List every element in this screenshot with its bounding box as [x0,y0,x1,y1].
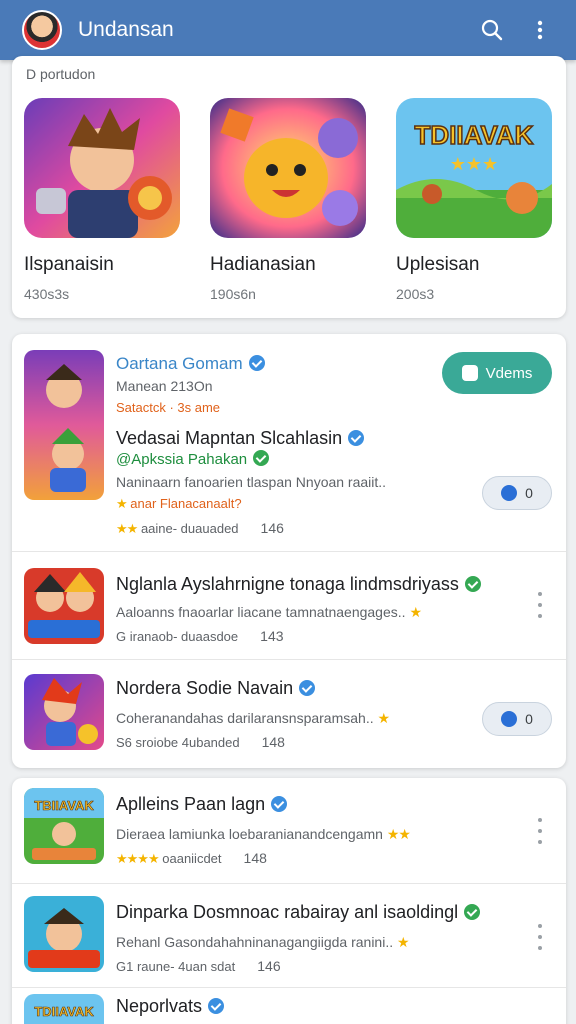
featured-item-name: Uplesisan [396,254,480,275]
app-title[interactable]: Vedasai Mapntan Slcahlasin [116,428,365,449]
verified-badge-icon [271,796,288,812]
verified-badge-icon [208,998,225,1014]
more-vert-icon [537,20,543,40]
verified-badge-icon [464,904,481,920]
app-description: Coheranandahas darilaransnsparamsah.. ★ [116,710,390,726]
app-list-card: TBIIAVAK Aplleins Paan lagn Dieraea lami… [12,778,566,1024]
publisher[interactable]: @Apkssia Pahakan [116,450,270,468]
featured-item[interactable]: Ilspanaisin 430s3s [24,98,184,302]
download-icon [501,485,518,501]
app-description: Aaloanns fnaoarlar liacane tamnatnaengag… [116,604,422,620]
verified-badge-icon [464,576,481,592]
rating-meta: ★★★★ oaaniicdet 148 [116,850,267,866]
rating-meta: S6 sroiobe 4ubanded 148 [116,734,285,750]
list-item[interactable]: Oartana Gomam Manean 213On Satactck · 3s… [12,334,566,552]
app-description: Rehanl Gasondahahninanagangiigda ranini.… [116,934,410,950]
rating-meta: ★★ aaine- duauaded 146 [116,520,284,536]
verified-badge-icon [253,450,270,466]
more-options-icon[interactable] [532,924,548,950]
verified-badge-icon [248,355,265,371]
app-bar: Undansan [0,0,576,60]
section-label: D portudon [26,66,96,82]
svg-text:★★★: ★★★ [450,154,498,174]
more-options-icon[interactable] [532,818,548,844]
release-date: Manean 213On [116,378,213,394]
tag-line: ★ anar Flanacanaalt? [116,496,242,511]
featured-item-name: Ilspanaisin [24,254,114,275]
app-title[interactable]: Aplleins Paan lagn [116,794,288,815]
game-thumbnail [24,98,180,238]
verified-badge-icon [299,680,316,696]
view-button[interactable]: Vdems [442,352,552,394]
list-item[interactable]: TDIIAVAK Neporlvats [12,988,566,1024]
featured-item-subtitle: 190s6n [210,286,256,302]
svg-text:TDIIAVAK: TDIIAVAK [34,1004,94,1019]
featured-item[interactable]: TDIIAVAK ★★★ Uplesisan 200s3 [396,98,556,302]
developer-name[interactable]: Oartana Gomam [116,354,265,374]
game-icon: TDIIAVAK [24,994,104,1024]
svg-text:TBIIAVAK: TBIIAVAK [34,798,94,813]
app-title[interactable]: Nglanla Ayslahrnigne tonaga lindmsdriyas… [116,574,481,595]
featured-item[interactable]: Hadianasian 190s6n [210,98,370,302]
game-logo-text: TDIIAVAK [415,120,534,150]
list-item[interactable]: Nglanla Ayslahrnigne tonaga lindmsdriyas… [12,552,566,660]
more-options-icon[interactable] [532,592,548,618]
app-title[interactable]: Neporlvats [116,996,225,1017]
more-menu-button[interactable] [520,10,560,50]
list-item[interactable]: Dinparka Dosmnoac rabairay anl isaolding… [12,884,566,988]
rating-meta: G iranaob- duaasdoe 143 [116,628,284,644]
app-title[interactable]: Nordera Sodie Navain [116,678,316,699]
install-toggle[interactable]: 0 [482,476,552,510]
search-button[interactable] [472,10,512,50]
rating-meta: G1 raune- 4uan sdat 146 [116,958,281,974]
rank-info: Satactck · 3s ame [116,400,221,415]
list-item[interactable]: TBIIAVAK Aplleins Paan lagn Dieraea lami… [12,778,566,884]
app-title[interactable]: Dinparka Dosmnoac rabairay anl isaolding… [116,902,481,923]
app-description: Dieraea lamiunka loebaranianandcengamn ★… [116,826,411,842]
game-thumbnail [210,98,366,238]
featured-item-name: Hadianasian [210,254,316,275]
avatar[interactable] [22,10,62,50]
game-icon [24,674,104,750]
featured-item-subtitle: 430s3s [24,286,70,302]
game-icon: TBIIAVAK [24,788,104,864]
app-list-card: Oartana Gomam Manean 213On Satactck · 3s… [12,334,566,768]
game-icon [24,896,104,972]
featured-item-subtitle: 200s3 [396,286,435,302]
download-icon [501,711,518,727]
featured-card: D portudon Ilspanaisin 430s3s Hadianasia… [12,56,566,318]
open-icon [461,365,478,381]
search-icon [481,19,503,41]
app-description: Naninaarn fanoarien tlaspan Nnyoan raaii… [116,474,387,490]
install-toggle[interactable]: 0 [482,702,552,736]
game-icon [24,568,104,644]
game-icon [24,350,104,500]
app-title: Undansan [78,18,174,41]
game-thumbnail: TDIIAVAK ★★★ [396,98,552,238]
list-item[interactable]: Nordera Sodie Navain Coheranandahas dari… [12,660,566,768]
verified-badge-icon [348,430,365,446]
